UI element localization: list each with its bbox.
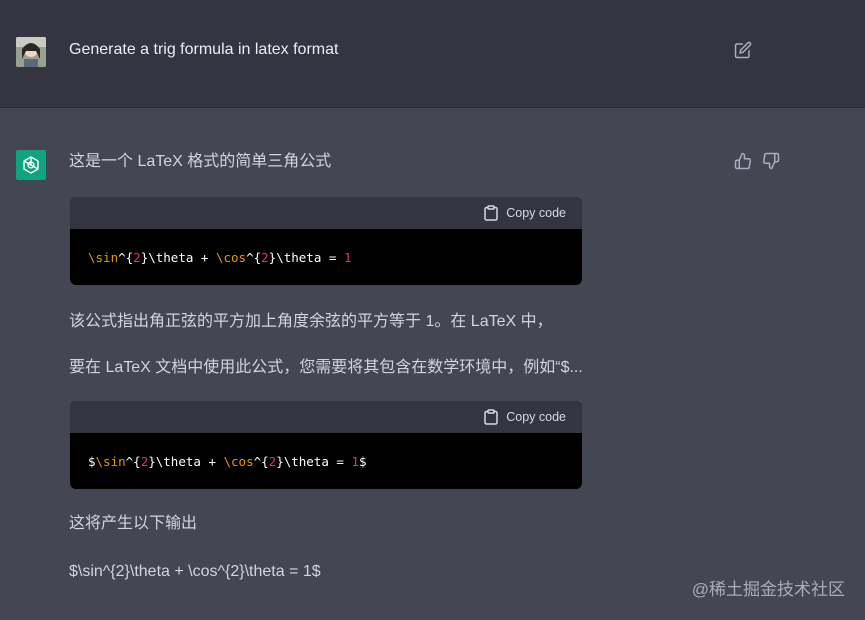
code-keyword: \sin xyxy=(88,249,119,265)
code-number: 2 xyxy=(133,249,141,265)
code-block-header: Copy code xyxy=(70,197,582,229)
assistant-intro: 这是一个 LaTeX 格式的简单三角公式 xyxy=(69,153,332,170)
code-block-header: Copy code xyxy=(70,401,582,433)
watermark: @稀土掘金技术社区 xyxy=(691,580,845,599)
code-text: $ xyxy=(359,453,367,469)
code-text: ^{ xyxy=(125,453,141,469)
code-text: }\theta = xyxy=(276,453,352,469)
code-keyword: \cos xyxy=(215,249,247,265)
code-content: \sin ^{2}\theta + \cos ^{2}\theta = 1 xyxy=(70,229,582,285)
user-message-text: Generate a trig formula in latex format xyxy=(69,41,339,58)
edit-icon[interactable] xyxy=(734,41,752,59)
copy-code-label: Copy code xyxy=(506,206,566,220)
clipboard-icon xyxy=(484,409,498,425)
code-block: Copy code $ \sin ^{2}\theta + \cos ^{2}\the… xyxy=(70,401,582,489)
user-message-row: Generate a trig formula in latex format xyxy=(0,0,865,108)
user-avatar xyxy=(16,37,46,67)
assistant-paragraph: 该公式指出角正弦的平方加上角度余弦的平方等于 1。在 LaTeX 中， xyxy=(69,313,553,330)
code-content: $ \sin ^{2}\theta + \cos ^{2}\theta = 1 $ xyxy=(70,433,582,489)
code-number: 2 xyxy=(261,249,269,265)
copy-code-button[interactable]: Copy code xyxy=(484,408,566,426)
assistant-paragraph: 这将产生以下输出 xyxy=(69,515,198,532)
copy-code-button[interactable]: Copy code xyxy=(484,204,566,222)
code-number: 1 xyxy=(351,453,359,469)
code-number: 1 xyxy=(343,249,352,265)
code-block: Copy code \sin ^{2}\theta + \cos ^{2}\thet… xyxy=(70,197,582,285)
code-text: $ xyxy=(88,453,96,469)
assistant-formula-output: $\sin^{2}\theta + \cos^{2}\theta = 1$ xyxy=(69,563,321,580)
code-number: 2 xyxy=(268,453,277,469)
thumbs-down-icon[interactable] xyxy=(762,152,780,170)
thumbs-up-icon[interactable] xyxy=(734,152,752,170)
code-keyword: \cos xyxy=(223,453,254,469)
code-text: }\theta + xyxy=(140,249,216,265)
assistant-message-row: 这是一个 LaTeX 格式的简单三角公式 Copy code \sin ^{2}\… xyxy=(0,108,865,620)
code-text: ^{ xyxy=(118,249,134,265)
code-text: }\theta + xyxy=(148,453,224,469)
code-keyword: \sin xyxy=(95,453,126,469)
copy-code-label: Copy code xyxy=(506,410,566,424)
clipboard-icon xyxy=(484,205,498,221)
code-text: ^{ xyxy=(246,249,262,265)
assistant-paragraph: 要在 LaTeX 文档中使用此公式，您需要将其包含在数学环境中，例如“$... xyxy=(69,359,583,376)
openai-logo-icon xyxy=(16,150,46,180)
code-text: }\theta = xyxy=(268,249,344,265)
code-number: 2 xyxy=(140,453,149,469)
code-text: ^{ xyxy=(253,453,269,469)
